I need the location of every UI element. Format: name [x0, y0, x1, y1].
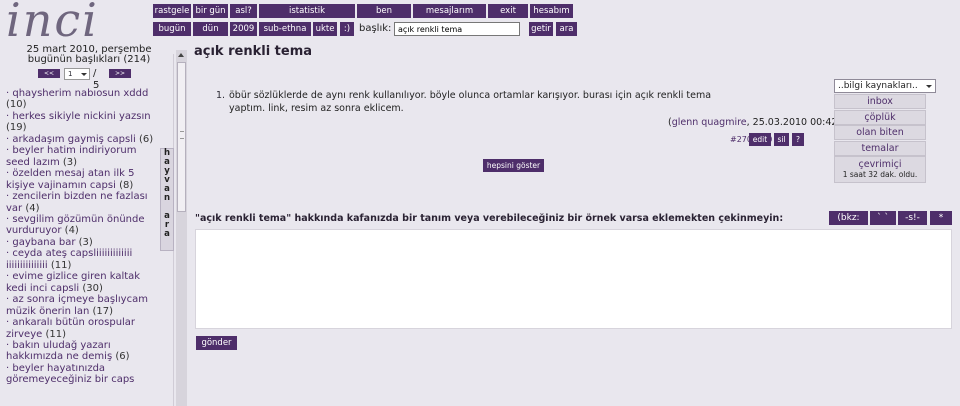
sidebar-scrollbar[interactable]: [176, 50, 187, 406]
nav-ukte[interactable]: ukte: [313, 22, 337, 36]
topic-item[interactable]: · qhaysherim nabıosun xddd (10): [6, 88, 156, 111]
sidebar-subtitle: bugünün başlıkları (214): [27, 54, 151, 65]
topic-item[interactable]: · az sonra içmeye başlıycam müzik önerin…: [6, 294, 156, 317]
topic-item[interactable]: · beyler hatim indiriyorum seed lazım (3…: [6, 145, 156, 168]
star-button[interactable]: *: [930, 211, 952, 225]
nav-mesajlarim[interactable]: mesajlarım: [413, 4, 486, 18]
site-logo[interactable]: inci: [6, 0, 152, 47]
info-sources-value: ..bilgi kaynakları..: [838, 81, 918, 91]
topic-item[interactable]: · özelden mesaj atan ilk 5 kişiye vajina…: [6, 168, 156, 191]
nav-istatistik[interactable]: istatistik: [259, 4, 355, 18]
topic-count: (3): [78, 236, 93, 248]
chevron-down-icon: [926, 85, 932, 88]
online-box[interactable]: çevrimiçi 1 saat 32 dak. oldu.: [834, 156, 926, 183]
nav-smiley[interactable]: :): [340, 22, 354, 36]
chevron-down-icon: [81, 73, 87, 76]
hayvan-ara-tab[interactable]: hayvan ara: [160, 148, 174, 251]
topic-title: evime gizlice giren kaltak kedi inci cap…: [6, 271, 141, 294]
topic-count: (11): [45, 328, 66, 340]
spoiler-button[interactable]: -s!-: [898, 211, 927, 225]
page-title[interactable]: açık renkli tema: [194, 44, 312, 60]
topic-count: (4): [25, 202, 40, 214]
topic-count: (3): [62, 156, 78, 168]
entry-text: öbür sözlüklerde de aynı renk kullanılıy…: [229, 90, 712, 114]
nav-asl[interactable]: asl?: [230, 4, 257, 18]
tab-letter: a: [164, 229, 170, 239]
scroll-thumb[interactable]: [177, 62, 186, 212]
nav-2009[interactable]: 2009: [230, 22, 257, 36]
topic-count: (6): [115, 351, 130, 363]
nav-exit[interactable]: exit: [488, 4, 528, 18]
topic-title: özelden mesaj atan ilk 5 kişiye vajinamı…: [6, 168, 135, 191]
entry-date: , 25.03.2010 00:42): [746, 117, 842, 128]
bkz-button[interactable]: (bkz:: [829, 211, 868, 225]
topic-title: herkes sikiyle nickini yazsın: [12, 110, 151, 122]
topic-count: (17): [92, 305, 114, 317]
baslik-label: başlık:: [359, 23, 392, 34]
scroll-up-icon[interactable]: [178, 53, 184, 57]
entry-author[interactable]: glenn quagmire: [672, 117, 747, 128]
topic-item[interactable]: · bakın uludağ yazarı hakkımızda ne demi…: [6, 340, 156, 363]
online-label: çevrimiçi: [858, 159, 902, 170]
nav-ben[interactable]: ben: [357, 4, 411, 18]
topic-item[interactable]: · zencilerin bizden ne fazlası var (4): [6, 191, 156, 214]
topic-title: az sonra içmeye başlıycam müzik önerin l…: [6, 294, 148, 317]
nav-sub-ethna[interactable]: sub-ethna: [259, 22, 311, 36]
baslik-input[interactable]: [394, 22, 520, 36]
topic-item[interactable]: · evime gizlice giren kaltak kedi inci c…: [6, 271, 156, 294]
ara-button[interactable]: ara: [556, 22, 577, 36]
grip-icon: [180, 131, 184, 139]
topic-item[interactable]: · herkes sikiyle nickini yazsın (19): [6, 111, 156, 134]
logo-text: inci: [6, 0, 99, 47]
delete-button[interactable]: sil: [774, 133, 789, 146]
topic-count: (10): [6, 99, 27, 111]
olan-biten-button[interactable]: olan biten: [834, 125, 926, 140]
inbox-button[interactable]: inbox: [834, 94, 926, 109]
topic-item[interactable]: · beyler hayatınızda göremeyeceğiniz bir…: [6, 363, 156, 386]
backtick-button[interactable]: ` `: [870, 211, 896, 225]
topic-count: (30): [82, 282, 103, 294]
entry-number: 1.: [216, 90, 226, 101]
online-time: 1 saat 32 dak. oldu.: [842, 170, 918, 179]
add-entry-prompt: "açık renkli tema" hakkında kafanızda bi…: [195, 213, 784, 224]
temalar-button[interactable]: temalar: [834, 141, 926, 156]
entry-textarea[interactable]: [195, 229, 952, 329]
pager-current: 1: [68, 70, 73, 78]
topic-title: bakın uludağ yazarı hakkımızda ne demiş: [6, 339, 113, 363]
topic-count: (4): [64, 225, 79, 237]
topic-title: gaybana bar: [12, 236, 76, 248]
pager-page-select[interactable]: 1: [64, 68, 90, 80]
entry-author-line: (glenn quagmire, 25.03.2010 00:42): [668, 117, 841, 129]
left-sidebar: 25 mart 2010, perşembe bugünün başlıklar…: [0, 44, 178, 406]
topic-list: · qhaysherim nabıosun xddd (10) · herkes …: [6, 88, 156, 386]
help-button[interactable]: ?: [792, 133, 804, 146]
topic-title: arkadaşım gaymiş capsli: [12, 133, 136, 145]
pager-prev-button[interactable]: <<: [38, 69, 60, 78]
topic-count: (6): [138, 133, 154, 145]
topic-item[interactable]: · gaybana bar (3): [6, 237, 156, 248]
topic-title: beyler hayatınızda göremeyeceğiniz bir c…: [6, 362, 135, 386]
pager-next-button[interactable]: >>: [109, 69, 131, 78]
nav-dun[interactable]: dün: [193, 22, 228, 36]
nav-bir-gun[interactable]: bir gün: [193, 4, 228, 18]
edit-button[interactable]: edit: [749, 133, 771, 146]
copluk-button[interactable]: çöplük: [834, 110, 926, 125]
topic-title: qhaysherim nabıosun xddd: [12, 88, 149, 99]
getir-button[interactable]: getir: [529, 22, 553, 36]
topic-title: ankaralı bütün orospular zirveye: [6, 317, 136, 340]
info-sources-select[interactable]: ..bilgi kaynakları..: [834, 79, 936, 93]
topic-item[interactable]: · sevgilim gözümün önünde vurduruyor (4): [6, 214, 156, 237]
nav-hesabim[interactable]: hesabım: [530, 4, 573, 18]
submit-button[interactable]: gönder: [196, 336, 237, 350]
topic-item[interactable]: · arkadaşım gaymiş capsli (6): [6, 134, 156, 145]
topic-item[interactable]: · ceyda ateş capsliiiiiiiiiiiii iiiiiiii…: [6, 248, 156, 271]
nav-rastgele[interactable]: rastgele: [153, 4, 191, 18]
topic-item[interactable]: · ankaralı bütün orospular zirveye (11): [6, 317, 156, 340]
show-all-button[interactable]: hepsini göster: [483, 159, 544, 172]
topic-count: (19): [6, 122, 27, 134]
topic-count: (11): [50, 259, 72, 271]
nav-bugun[interactable]: bugün: [153, 22, 191, 36]
topic-count: (8): [119, 179, 134, 191]
